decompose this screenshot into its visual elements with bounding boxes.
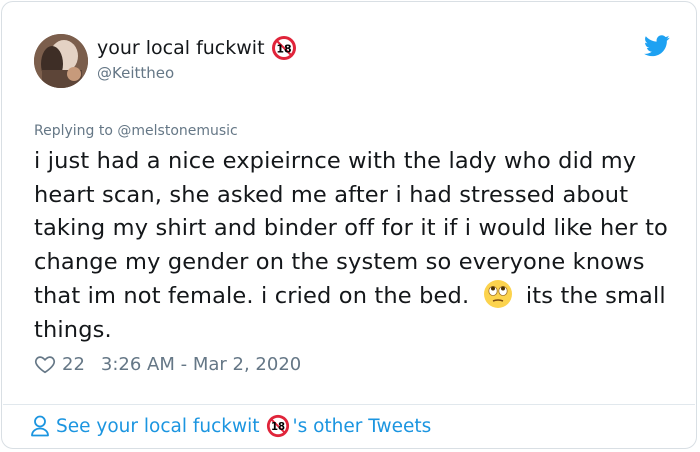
- reply-mention-link[interactable]: @melstonemusic: [117, 123, 237, 139]
- tweet-meta: 22 3:26 AM - Mar 2, 2020: [34, 353, 301, 375]
- footer-suffix[interactable]: 's other Tweets: [293, 416, 432, 437]
- twitter-bird-icon[interactable]: [644, 35, 670, 57]
- like-count[interactable]: 22: [62, 354, 85, 375]
- author-name-row[interactable]: your local fuckwit 18: [97, 35, 297, 61]
- tweet-card: your local fuckwit 18 @Keittheo Replying…: [1, 1, 697, 449]
- author-handle[interactable]: @Keittheo: [97, 63, 174, 83]
- face-with-rolling-eyes-emoji: [483, 280, 512, 308]
- avatar-photo-icon: [34, 34, 88, 88]
- author-display-name[interactable]: your local fuckwit: [97, 35, 265, 61]
- heart-icon[interactable]: [34, 353, 56, 375]
- see-other-tweets-link[interactable]: See your local fuckwit 18 's other Tweet…: [30, 414, 431, 438]
- reply-context: Replying to @melstonemusic: [34, 122, 238, 140]
- adults-only-18-icon: 18: [266, 414, 289, 438]
- badge-18-text: 18: [276, 43, 291, 56]
- footer-prefix[interactable]: See your local fuckwit: [56, 416, 260, 437]
- tweet-text: i just had a nice expieirnce with the la…: [34, 145, 684, 347]
- tweet-timestamp[interactable]: 3:26 AM - Mar 2, 2020: [101, 354, 301, 375]
- avatar[interactable]: [34, 34, 88, 88]
- reply-prefix: Replying to: [34, 123, 118, 139]
- person-icon: [31, 415, 49, 437]
- adults-only-18-icon: 18: [271, 36, 296, 60]
- badge-18-text: 18: [270, 422, 284, 433]
- footer-divider: [3, 404, 695, 405]
